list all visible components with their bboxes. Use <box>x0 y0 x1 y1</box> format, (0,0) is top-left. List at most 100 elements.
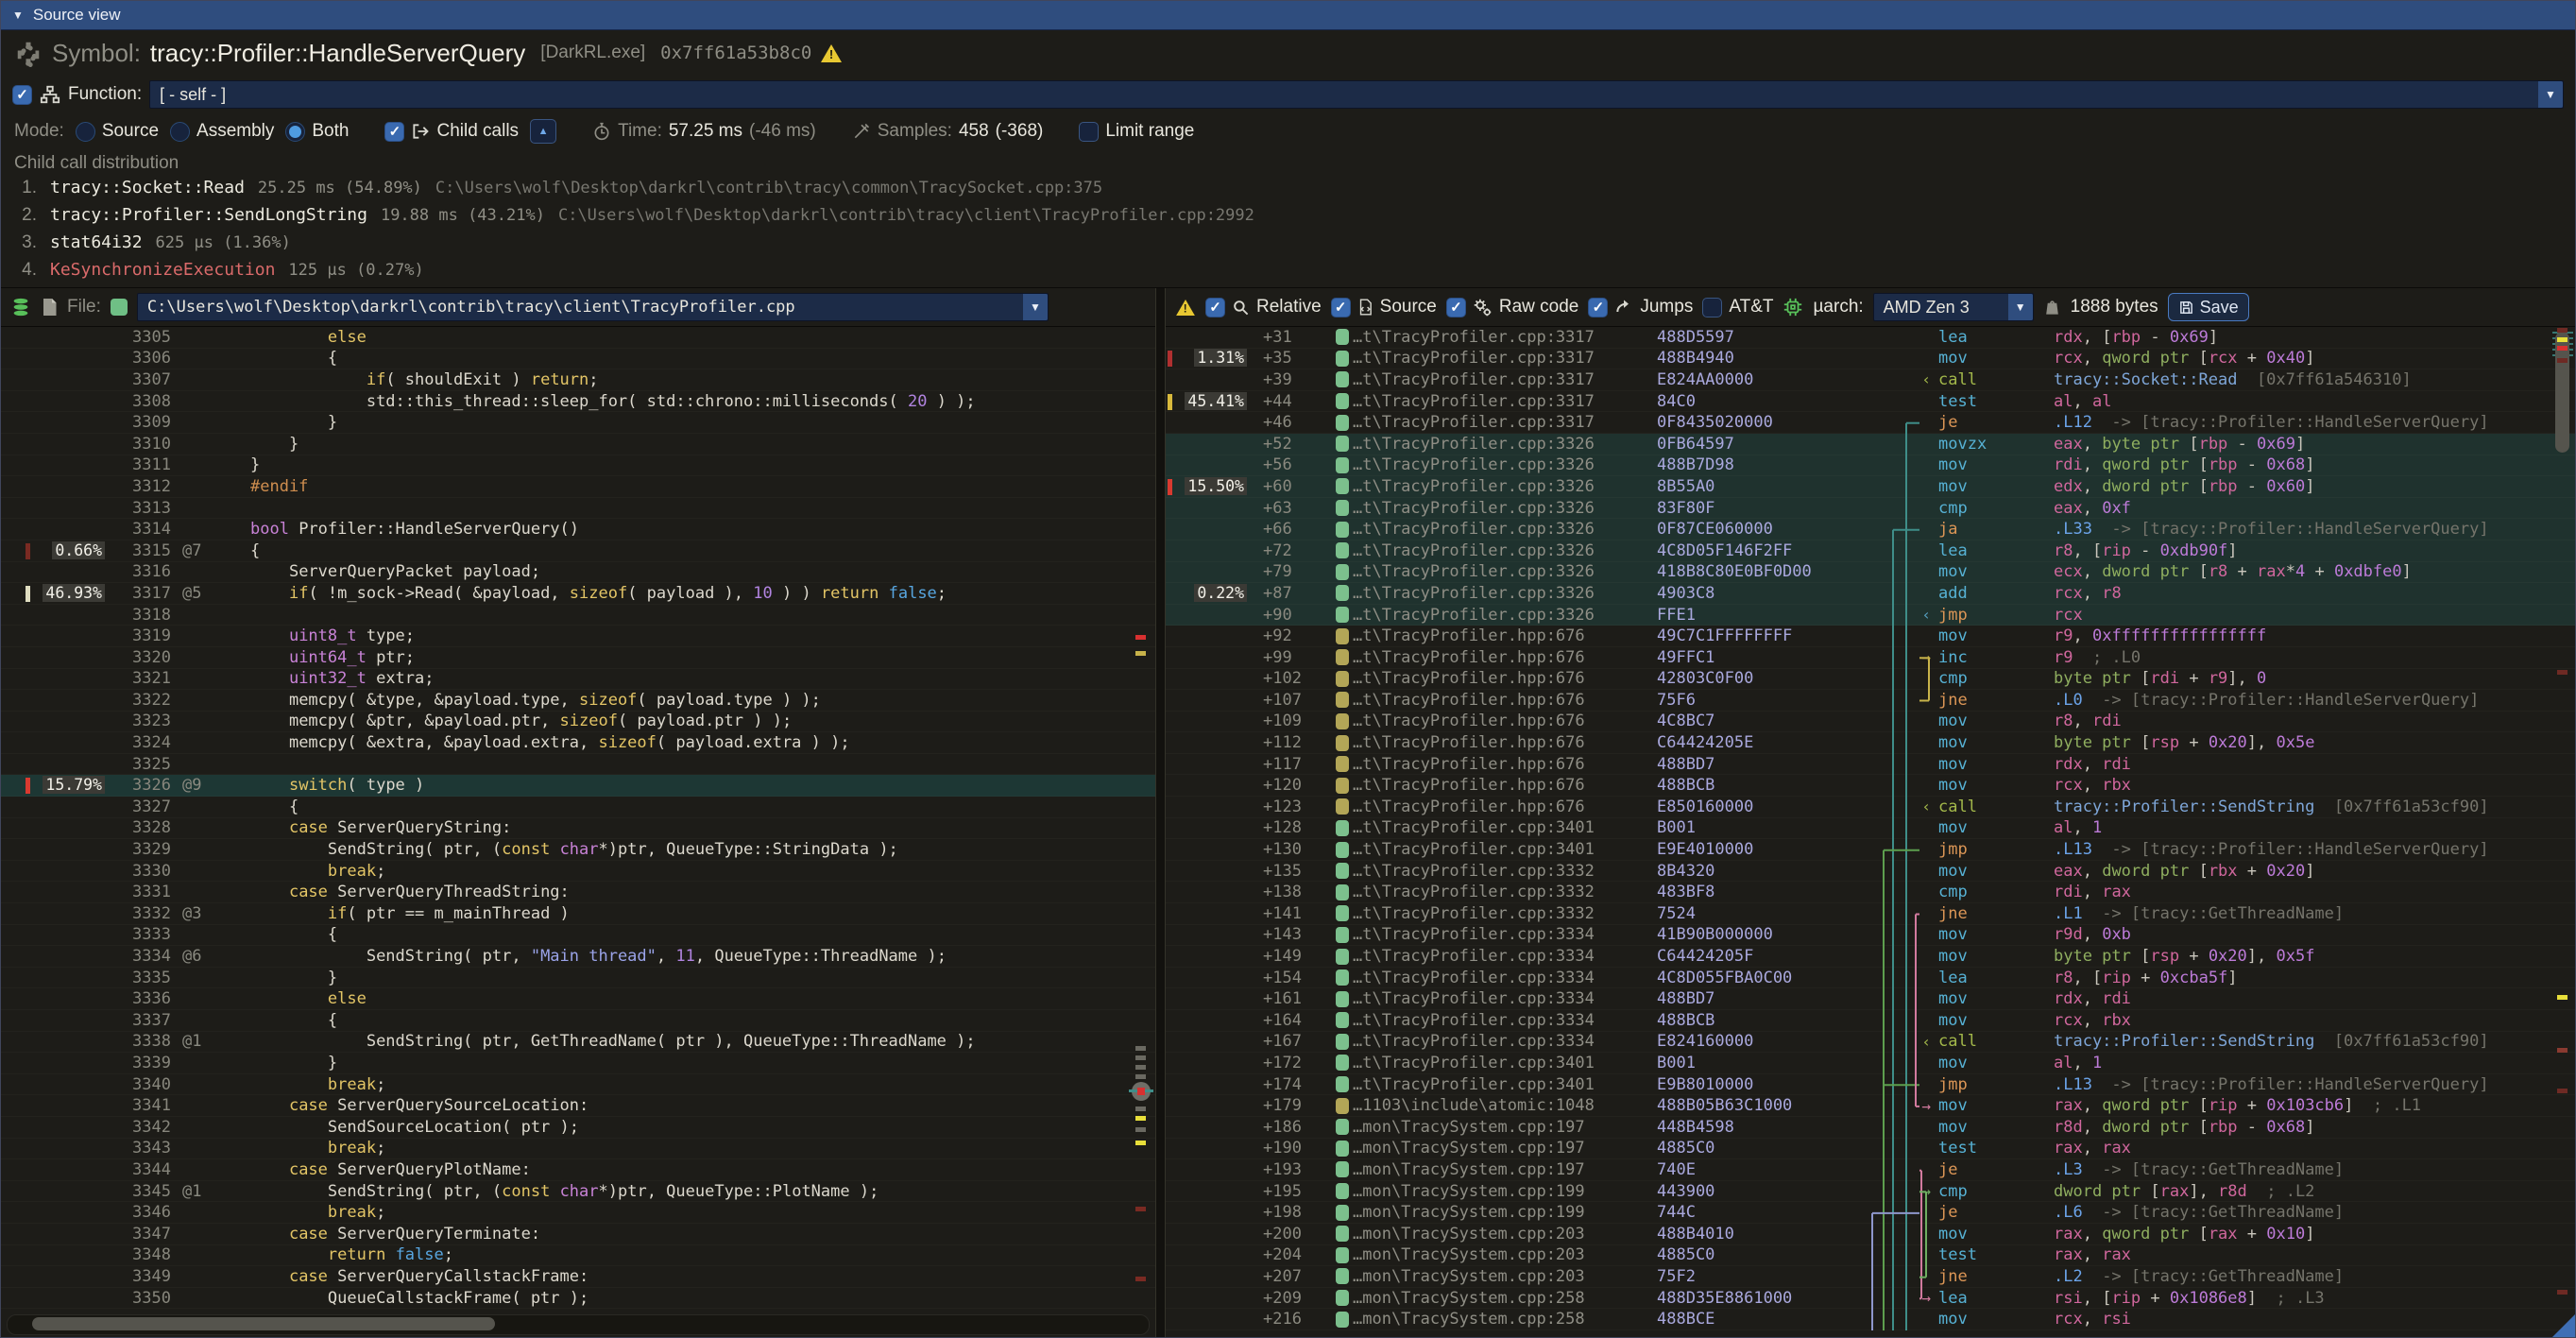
raw-code-checkbox[interactable]: Raw code <box>1446 297 1579 317</box>
asm-row[interactable]: +195…mon\TracySystem.cpp:199443900→cmpdw… <box>1166 1181 2575 1203</box>
source-line[interactable]: 3349 case ServerQueryCallstackFrame: <box>1 1266 1155 1288</box>
asm-row[interactable]: +179…1103\include\atomic:1048488B05B63C1… <box>1166 1095 2575 1117</box>
asm-row[interactable]: +46…t\TracyProfiler.cpp:33170F8435020000… <box>1166 412 2575 434</box>
march-select[interactable]: AMD Zen 3 ▼ <box>1873 293 2034 321</box>
source-line[interactable]: 3347 case ServerQueryTerminate: <box>1 1224 1155 1245</box>
asm-source-checkbox[interactable]: Source <box>1331 297 1437 317</box>
asm-row[interactable]: +216…mon\TracySystem.cpp:258488BCEmovrcx… <box>1166 1309 2575 1330</box>
source-horizontal-scrollbar[interactable] <box>7 1314 1150 1335</box>
asm-row[interactable]: +123…t\TracyProfiler.hpp:676E850160000‹c… <box>1166 797 2575 818</box>
source-line[interactable]: 3311} <box>1 455 1155 477</box>
child-call-row[interactable]: 1.tracy::Socket::Read25.25 ms (54.89%)C:… <box>14 178 2562 205</box>
asm-row[interactable]: 0.22%+87…t\TracyProfiler.cpp:33264903C8a… <box>1166 583 2575 605</box>
source-line[interactable]: 3329 SendString( ptr, (const char*)ptr, … <box>1 839 1155 861</box>
pane-splitter[interactable] <box>1156 288 1166 1337</box>
save-button[interactable]: Save <box>2168 293 2249 321</box>
asm-row[interactable]: +52…t\TracyProfiler.cpp:33260FB64597movz… <box>1166 434 2575 455</box>
source-line[interactable]: 3348 return false; <box>1 1245 1155 1267</box>
source-line[interactable]: 0.66%3315@7{ <box>1 540 1155 562</box>
assembly-vertical-scrollbar[interactable] <box>2552 326 2573 1333</box>
asm-row[interactable]: 45.41%+44…t\TracyProfiler.cpp:331784C0te… <box>1166 391 2575 413</box>
asm-row[interactable]: +138…t\TracyProfiler.cpp:3332483BF8cmprd… <box>1166 882 2575 903</box>
source-line[interactable]: 3318 <box>1 605 1155 626</box>
asm-row[interactable]: +161…t\TracyProfiler.cpp:3334488BD7movrd… <box>1166 988 2575 1010</box>
source-line[interactable]: 3342 SendSourceLocation( ptr ); <box>1 1117 1155 1139</box>
source-line[interactable]: 3350 QueueCallstackFrame( ptr ); <box>1 1288 1155 1310</box>
source-line[interactable]: 3336 else <box>1 988 1155 1010</box>
asm-row[interactable]: +56…t\TracyProfiler.cpp:3326488B7D98movr… <box>1166 455 2575 477</box>
child-call-row[interactable]: 3.stat64i32625 µs (1.36%) <box>14 232 2562 260</box>
asm-row[interactable]: +186…mon\TracySystem.cpp:197448B4598movr… <box>1166 1117 2575 1139</box>
mode-source-radio[interactable]: Source <box>76 121 159 142</box>
asm-row[interactable]: +66…t\TracyProfiler.cpp:33260F87CE060000… <box>1166 519 2575 540</box>
att-checkbox[interactable]: AT&T <box>1702 297 1773 317</box>
asm-row[interactable]: +63…t\TracyProfiler.cpp:332683F80Fcmpeax… <box>1166 498 2575 520</box>
source-line[interactable]: 3333 { <box>1 925 1155 947</box>
source-line[interactable]: 3324 memcpy( &extra, &payload.extra, siz… <box>1 732 1155 754</box>
source-line[interactable]: 3307 if( shouldExit ) return; <box>1 369 1155 391</box>
source-line[interactable]: 3335 } <box>1 968 1155 989</box>
source-line[interactable]: 3306 { <box>1 349 1155 370</box>
source-line[interactable]: 3327 { <box>1 797 1155 818</box>
source-line[interactable]: 3344 case ServerQueryPlotName: <box>1 1159 1155 1181</box>
asm-row[interactable]: +207…mon\TracySystem.cpp:20375F2jne.L2 -… <box>1166 1266 2575 1288</box>
asm-row[interactable]: +198…mon\TracySystem.cpp:199744Cje.L6 ->… <box>1166 1202 2575 1224</box>
asm-row[interactable]: +141…t\TracyProfiler.cpp:33327524jne.L1 … <box>1166 903 2575 925</box>
file-select[interactable]: C:\Users\wolf\Desktop\darkrl\contrib\tra… <box>137 293 1049 321</box>
source-line[interactable]: 3339 } <box>1 1053 1155 1074</box>
source-line[interactable]: 3319 uint8_t type; <box>1 626 1155 647</box>
source-line[interactable]: 46.93%3317@5 if( !m_sock->Read( &payload… <box>1 583 1155 605</box>
source-line[interactable]: 3341 case ServerQuerySourceLocation: <box>1 1095 1155 1117</box>
collapse-child-calls-button[interactable]: ▲ <box>530 119 556 144</box>
asm-row[interactable]: +209…mon\TracySystem.cpp:258488D35E88610… <box>1166 1288 2575 1310</box>
scroll-knob[interactable] <box>1132 1082 1151 1101</box>
asm-row[interactable]: +39…t\TracyProfiler.cpp:3317E824AA0000‹c… <box>1166 369 2575 391</box>
function-select[interactable]: [ - self - ] ▼ <box>149 80 2564 109</box>
limit-range-checkbox[interactable]: Limit range <box>1079 121 1194 142</box>
asm-row[interactable]: +117…t\TracyProfiler.hpp:676488BD7movrdx… <box>1166 754 2575 776</box>
asm-row[interactable]: +128…t\TracyProfiler.cpp:3401B001moval, … <box>1166 818 2575 840</box>
chevron-down-icon[interactable]: ▼ <box>2008 294 2033 320</box>
source-line[interactable]: 3316 ServerQueryPacket payload; <box>1 562 1155 584</box>
mode-both-radio[interactable]: Both <box>285 121 349 142</box>
asm-row[interactable]: +130…t\TracyProfiler.cpp:3401E9E4010000j… <box>1166 839 2575 861</box>
chevron-down-icon[interactable]: ▼ <box>1023 294 1048 320</box>
function-checkbox[interactable] <box>12 85 32 105</box>
asm-row[interactable]: +174…t\TracyProfiler.cpp:3401E9B8010000j… <box>1166 1074 2575 1096</box>
asm-row[interactable]: 1.31%+35…t\TracyProfiler.cpp:3317488B494… <box>1166 349 2575 370</box>
asm-row[interactable]: +90…t\TracyProfiler.cpp:3326FFE1‹jmprcx <box>1166 605 2575 626</box>
source-line[interactable]: 15.79%3326@9 switch( type ) <box>1 775 1155 797</box>
asm-row[interactable]: +172…t\TracyProfiler.cpp:3401B001moval, … <box>1166 1053 2575 1074</box>
asm-row[interactable]: 15.50%+60…t\TracyProfiler.cpp:33268B55A0… <box>1166 476 2575 498</box>
source-line[interactable]: 3340 break; <box>1 1074 1155 1096</box>
source-line[interactable]: 3330 break; <box>1 861 1155 883</box>
asm-row[interactable]: +204…mon\TracySystem.cpp:2034885C0testra… <box>1166 1245 2575 1267</box>
asm-row[interactable]: +31…t\TracyProfiler.cpp:3317488D5597lear… <box>1166 327 2575 349</box>
source-line[interactable]: 3320 uint64_t ptr; <box>1 647 1155 669</box>
source-line[interactable]: 3343 break; <box>1 1139 1155 1160</box>
asm-row[interactable]: +200…mon\TracySystem.cpp:203488B4010movr… <box>1166 1224 2575 1245</box>
asm-row[interactable]: +102…t\TracyProfiler.hpp:67642803C0F00cm… <box>1166 669 2575 691</box>
resize-grip[interactable] <box>2552 1314 2575 1337</box>
source-line[interactable]: 3346 break; <box>1 1202 1155 1224</box>
source-line[interactable]: 3308 std::this_thread::sleep_for( std::c… <box>1 391 1155 413</box>
asm-row[interactable]: +107…t\TracyProfiler.hpp:67675F6jne.L0 -… <box>1166 690 2575 712</box>
source-line[interactable]: 3305 else <box>1 327 1155 349</box>
source-line[interactable]: 3325 <box>1 754 1155 776</box>
source-line[interactable]: 3345@1 SendString( ptr, (const char*)ptr… <box>1 1181 1155 1203</box>
asm-row[interactable]: +79…t\TracyProfiler.cpp:3326418B8C80E0BF… <box>1166 562 2575 584</box>
source-line[interactable]: 3312#endif <box>1 476 1155 498</box>
asm-row[interactable]: +120…t\TracyProfiler.hpp:676488BCBmovrcx… <box>1166 775 2575 797</box>
title-bar[interactable]: ▼ Source view <box>1 1 2575 30</box>
jumps-checkbox[interactable]: Jumps <box>1588 297 1693 317</box>
source-line[interactable]: 3328 case ServerQueryString: <box>1 818 1155 840</box>
asm-row[interactable]: +99…t\TracyProfiler.hpp:67649FFC1→incr9 … <box>1166 647 2575 669</box>
child-call-row[interactable]: 4.KeSynchronizeExecution125 µs (0.27%) <box>14 260 2562 287</box>
asm-row[interactable]: +72…t\TracyProfiler.cpp:33264C8D05F146F2… <box>1166 540 2575 562</box>
child-calls-checkbox[interactable]: Child calls <box>384 121 519 142</box>
collapse-icon[interactable]: ▼ <box>12 9 24 22</box>
asm-row[interactable]: +143…t\TracyProfiler.cpp:333441B90B00000… <box>1166 925 2575 947</box>
asm-row[interactable]: +149…t\TracyProfiler.cpp:3334C64424205Fm… <box>1166 946 2575 968</box>
source-line[interactable]: 3334@6 SendString( ptr, "Main thread", 1… <box>1 946 1155 968</box>
asm-row[interactable]: +92…t\TracyProfiler.hpp:67649C7C1FFFFFFF… <box>1166 626 2575 647</box>
